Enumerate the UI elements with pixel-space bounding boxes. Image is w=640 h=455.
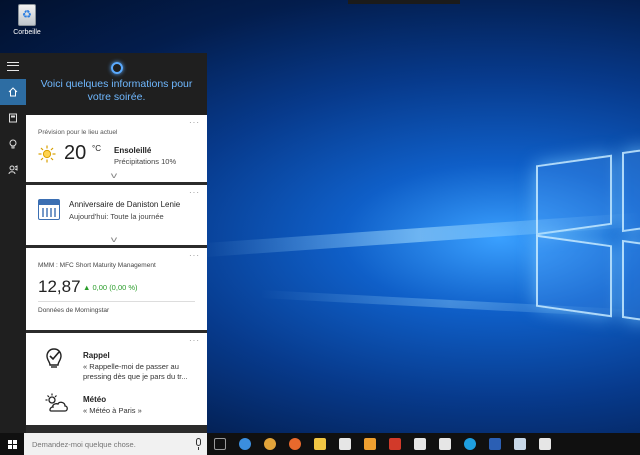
app-red-icon bbox=[388, 438, 401, 450]
edge-taskbar-button[interactable] bbox=[232, 433, 257, 455]
snipping-tool-icon bbox=[538, 438, 551, 450]
skype-icon bbox=[463, 438, 476, 450]
weather-condition: Ensoleillé bbox=[114, 146, 152, 155]
anniversary-card[interactable]: ··· Anniversaire de Daniston Lenie Aujou… bbox=[26, 185, 207, 245]
settings-taskbar-button[interactable] bbox=[432, 433, 457, 455]
firefox-icon bbox=[288, 438, 301, 450]
store-icon bbox=[338, 438, 351, 450]
paint-taskbar-button[interactable] bbox=[507, 433, 532, 455]
calculator-icon bbox=[363, 438, 376, 450]
notebook-button[interactable] bbox=[0, 105, 26, 131]
weather-caption: Prévision pour le lieu actuel bbox=[38, 129, 118, 136]
task-view-icon bbox=[213, 438, 226, 450]
suggestions-card: ··· Rappel « Rappelle-moi de passer au p… bbox=[26, 333, 207, 425]
firefox-taskbar-button[interactable] bbox=[282, 433, 307, 455]
taskbar bbox=[0, 433, 640, 455]
anniversary-time: Aujourd'hui: Toute la journée bbox=[69, 212, 164, 221]
reminder-icon bbox=[46, 348, 62, 368]
more-options-icon[interactable]: ··· bbox=[189, 118, 200, 127]
reminder-title: Rappel bbox=[83, 351, 110, 360]
paint-icon bbox=[513, 438, 526, 450]
store-taskbar-button[interactable] bbox=[332, 433, 357, 455]
windows-logo-icon bbox=[7, 439, 17, 449]
stock-source: Données de Morningstar bbox=[38, 307, 110, 314]
cortana-greeting: Voici quelques informations pour votre s… bbox=[40, 78, 193, 103]
taskbar-apps bbox=[207, 433, 557, 455]
mail-taskbar-button[interactable] bbox=[407, 433, 432, 455]
cortana-cards: ··· Prévision pour le lieu actuel 20 °C … bbox=[26, 115, 207, 425]
snipping-tool-taskbar-button[interactable] bbox=[532, 433, 557, 455]
word-icon bbox=[488, 438, 501, 450]
chevron-down-icon[interactable]: v bbox=[111, 235, 117, 244]
notebook-icon bbox=[9, 113, 17, 123]
chrome-taskbar-button[interactable] bbox=[257, 433, 282, 455]
top-window-strip bbox=[348, 0, 460, 4]
cortana-panel: Voici quelques informations pour votre s… bbox=[0, 53, 207, 433]
stock-price: 12,87 bbox=[38, 277, 81, 296]
hamburger-menu-button[interactable] bbox=[0, 53, 26, 79]
cortana-ring-icon bbox=[110, 62, 123, 74]
divider bbox=[38, 301, 195, 302]
cortana-header: Voici quelques informations pour votre s… bbox=[26, 53, 207, 115]
recycle-bin-icon bbox=[18, 4, 36, 26]
weather-suggestion-title: Météo bbox=[83, 395, 107, 404]
windows-logo-pane bbox=[622, 147, 640, 233]
mail-icon bbox=[413, 438, 426, 450]
lightbulb-icon bbox=[9, 139, 17, 149]
stock-card[interactable]: ··· MMM : MFC Short Maturity Management … bbox=[26, 248, 207, 330]
anniversary-title: Anniversaire de Daniston Lenie bbox=[69, 200, 181, 209]
hamburger-icon bbox=[7, 61, 19, 71]
windows-logo-pane bbox=[536, 234, 612, 318]
weather-cloud-icon bbox=[45, 393, 68, 412]
stock-change: ▲ 0,00 (0,00 %) bbox=[83, 283, 138, 292]
windows-logo-pane bbox=[622, 239, 640, 323]
edge-icon bbox=[238, 438, 251, 450]
calculator-taskbar-button[interactable] bbox=[357, 433, 382, 455]
windows-logo-pane bbox=[536, 154, 612, 236]
file-explorer-icon bbox=[313, 438, 326, 450]
recycle-bin-label: Corbeille bbox=[13, 29, 41, 36]
word-taskbar-button[interactable] bbox=[482, 433, 507, 455]
weather-suggestion-text: « Météo à Paris » bbox=[83, 406, 142, 415]
search-input[interactable] bbox=[24, 433, 184, 455]
reminder-text: « Rappelle-moi de passer au pressing dès… bbox=[83, 362, 188, 381]
temperature-unit: °C bbox=[92, 144, 101, 153]
tips-button[interactable] bbox=[0, 131, 26, 157]
recycle-bin-shortcut[interactable]: Corbeille bbox=[10, 4, 44, 36]
start-button[interactable] bbox=[0, 433, 24, 455]
app-red-taskbar-button[interactable] bbox=[382, 433, 407, 455]
cortana-rail bbox=[0, 53, 26, 433]
skype-taskbar-button[interactable] bbox=[457, 433, 482, 455]
chevron-down-icon[interactable]: v bbox=[111, 171, 117, 180]
more-options-icon[interactable]: ··· bbox=[189, 336, 200, 345]
more-options-icon[interactable]: ··· bbox=[189, 251, 200, 260]
weather-card[interactable]: ··· Prévision pour le lieu actuel 20 °C … bbox=[26, 115, 207, 182]
microphone-icon[interactable] bbox=[196, 438, 201, 450]
cortana-search-box[interactable] bbox=[24, 433, 207, 455]
temperature-value: 20 bbox=[64, 142, 87, 164]
feedback-button[interactable] bbox=[0, 157, 26, 183]
sun-icon bbox=[38, 145, 56, 163]
chrome-icon bbox=[263, 438, 276, 450]
calendar-icon bbox=[38, 199, 60, 220]
precipitation-text: Précipitations 10% bbox=[114, 157, 177, 166]
home-icon bbox=[8, 87, 18, 97]
task-view-taskbar-button[interactable] bbox=[207, 433, 232, 455]
settings-icon bbox=[438, 438, 451, 450]
home-button[interactable] bbox=[0, 79, 26, 105]
stock-caption: MMM : MFC Short Maturity Management bbox=[38, 262, 156, 269]
feedback-icon bbox=[8, 165, 18, 175]
more-options-icon[interactable]: ··· bbox=[189, 188, 200, 197]
file-explorer-taskbar-button[interactable] bbox=[307, 433, 332, 455]
